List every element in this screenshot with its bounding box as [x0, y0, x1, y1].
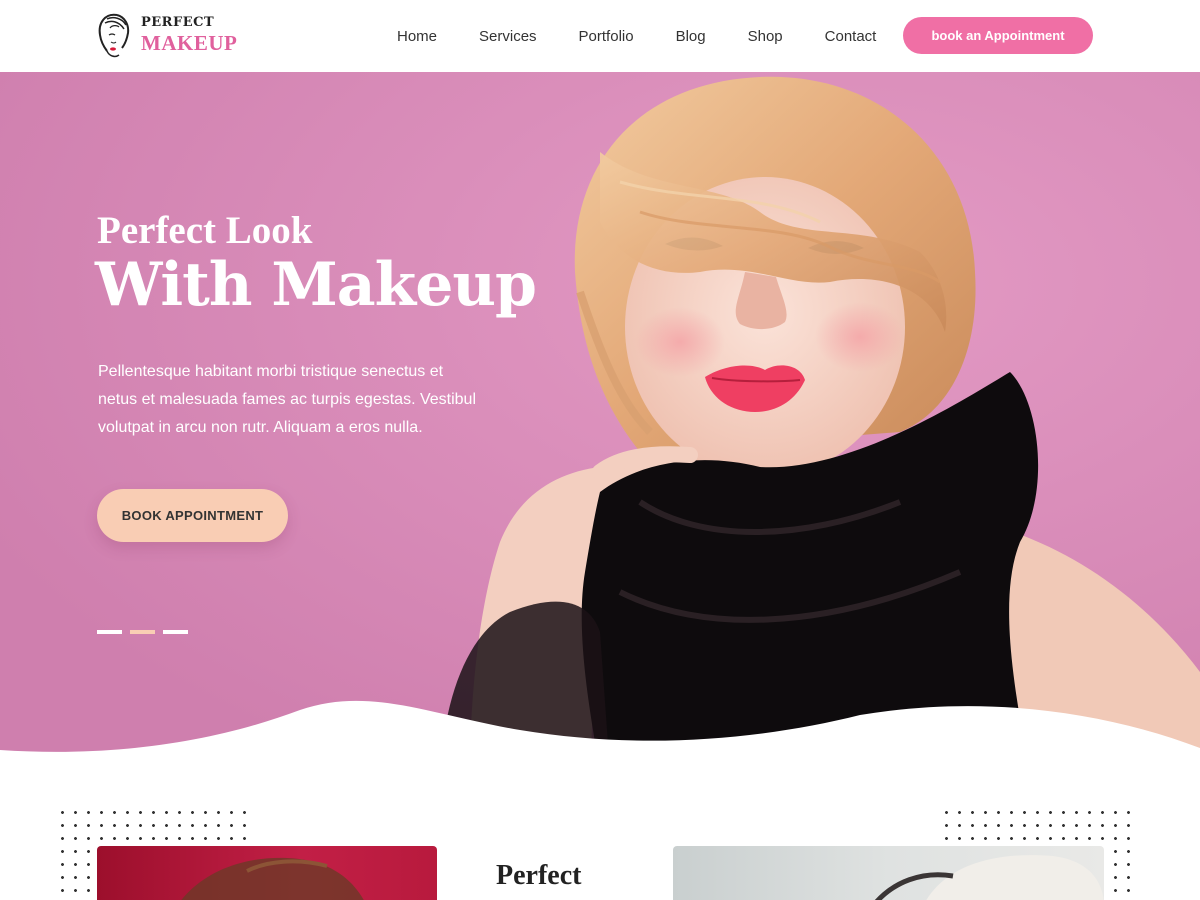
logo-text-top: PERFECT: [141, 15, 215, 30]
slider-pagination: [97, 630, 196, 634]
hero-title-line1: Perfect Look: [97, 209, 313, 252]
hero-slider: Perfect Look With Makeup Pellentesque ha…: [0, 72, 1200, 772]
slider-dot-3[interactable]: [163, 630, 188, 634]
site-logo[interactable]: PERFECT MAKEUP: [95, 11, 237, 59]
woman-face-logo-icon: [98, 13, 130, 58]
book-appointment-hero-button[interactable]: BOOK APPOINTMENT: [97, 489, 288, 542]
nav-item-contact[interactable]: Contact: [825, 28, 877, 45]
slider-dot-2[interactable]: [130, 630, 155, 634]
slider-dot-1[interactable]: [97, 630, 122, 634]
section-title: Perfect: [496, 860, 582, 891]
hero-title-line2: With Makeup: [95, 250, 537, 320]
model-blonde-image: [875, 855, 1104, 900]
nav-item-services[interactable]: Services: [479, 28, 537, 45]
main-nav: Home Services Portfolio Blog Shop Contac…: [376, 0, 897, 72]
nav-item-home[interactable]: Home: [397, 28, 437, 45]
nav-item-shop[interactable]: Shop: [748, 28, 783, 45]
book-appointment-header-button[interactable]: book an Appointment: [903, 17, 1093, 54]
hero-description: Pellentesque habitant morbi tristique se…: [98, 363, 476, 436]
portfolio-image-red: [97, 846, 437, 900]
portfolio-image-light: [673, 846, 1104, 900]
model-hair-image: [181, 857, 364, 900]
nav-item-blog[interactable]: Blog: [676, 28, 706, 45]
logo-text-bottom: MAKEUP: [141, 31, 238, 55]
site-header: PERFECT MAKEUP Home Services Portfolio B…: [0, 0, 1200, 72]
wave-divider: [0, 700, 1200, 780]
nav-item-portfolio[interactable]: Portfolio: [579, 28, 634, 45]
